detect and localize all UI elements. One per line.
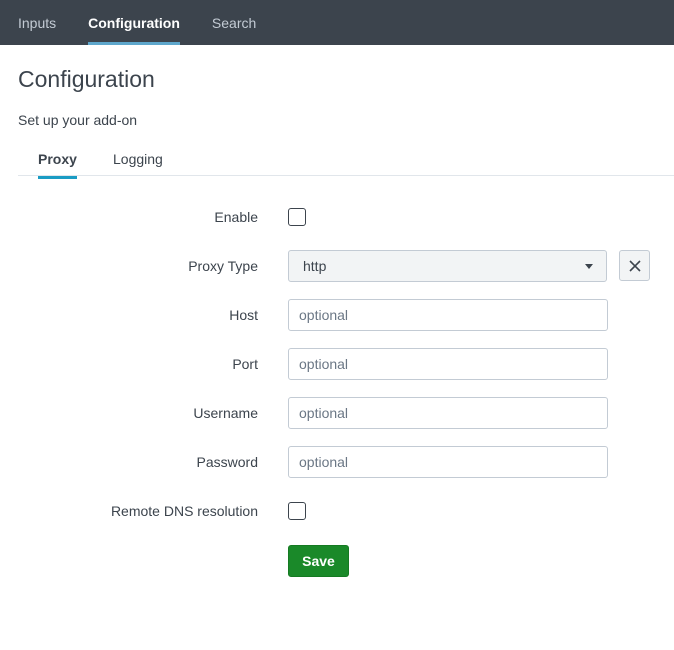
tab-logging[interactable]: Logging (113, 151, 163, 176)
top-navigation: Inputs Configuration Search (0, 0, 674, 45)
config-tabs: Proxy Logging (18, 144, 674, 179)
close-icon (628, 259, 641, 272)
page-subtitle: Set up your add-on (18, 112, 138, 128)
nav-item-configuration[interactable]: Configuration (88, 0, 180, 45)
username-input[interactable] (288, 397, 608, 429)
save-button[interactable]: Save (288, 545, 349, 577)
proxy-type-value: http (303, 258, 327, 274)
remote-dns-label: Remote DNS resolution (110, 503, 258, 519)
tab-proxy[interactable]: Proxy (38, 151, 77, 179)
nav-item-search[interactable]: Search (212, 0, 256, 45)
password-row: Password (0, 446, 674, 478)
host-input[interactable] (288, 299, 608, 331)
enable-row: Enable (0, 201, 674, 233)
remote-dns-checkbox[interactable] (288, 502, 306, 520)
proxy-type-select[interactable]: http (288, 250, 607, 282)
remote-dns-row: Remote DNS resolution (0, 495, 674, 527)
clear-proxy-type-button[interactable] (619, 250, 650, 281)
port-row: Port (0, 348, 674, 380)
nav-item-inputs[interactable]: Inputs (18, 0, 56, 45)
password-label: Password (196, 454, 258, 470)
password-input[interactable] (288, 446, 608, 478)
proxy-type-label: Proxy Type (188, 258, 258, 274)
enable-checkbox[interactable] (288, 208, 306, 226)
enable-label: Enable (214, 209, 258, 225)
proxy-type-row: Proxy Type http (0, 250, 674, 282)
caret-down-icon (585, 264, 593, 269)
port-label: Port (232, 356, 258, 372)
page-title: Configuration (18, 66, 155, 92)
username-label: Username (193, 405, 258, 421)
host-label: Host (229, 307, 258, 323)
host-row: Host (0, 299, 674, 331)
port-input[interactable] (288, 348, 608, 380)
username-row: Username (0, 397, 674, 429)
